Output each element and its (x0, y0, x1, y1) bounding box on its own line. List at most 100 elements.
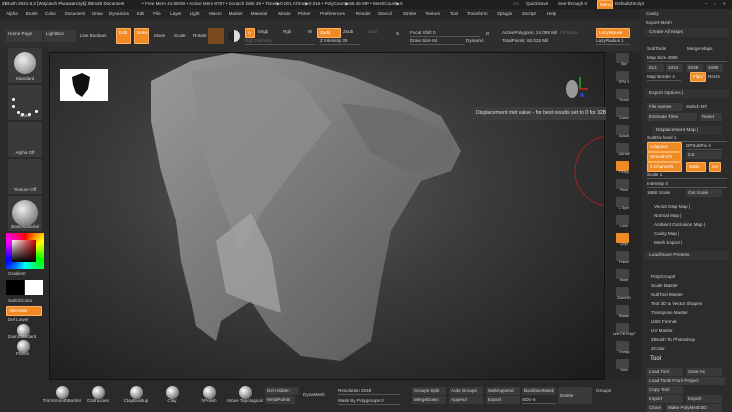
save-as-button[interactable]: Save As (686, 368, 722, 376)
right-strip-rotate[interactable]: Rotate (608, 313, 640, 319)
delete-button[interactable]: Delete (558, 387, 592, 404)
export-options-header[interactable]: Export Options | (645, 89, 729, 98)
plugin-usd-format[interactable]: USD Format (651, 318, 677, 326)
copy-tool-button[interactable]: Copy Tool (647, 386, 683, 394)
estimate-time-button[interactable]: Estimate Time (647, 113, 697, 121)
ambient-occlusion-map-header[interactable]: Ambient Occlusion Map | (654, 221, 705, 229)
load-tools-from-project-button[interactable]: Load Tools From Project (647, 377, 725, 385)
switch-mt-button[interactable]: Switch MT (686, 103, 707, 111)
rotate-button[interactable]: Rotate (193, 32, 207, 40)
right-strip-scroll[interactable]: Scroll (608, 97, 640, 103)
reset-button[interactable]: Reset (700, 113, 722, 121)
load-save-presets-header[interactable]: Load/Save Presets (645, 251, 729, 260)
get-scale-button[interactable]: Get Scale (686, 189, 722, 197)
map-border-slider[interactable]: Map Border 4 (647, 73, 681, 81)
menu-material[interactable]: Material (251, 10, 267, 18)
right-strip-l-sym[interactable]: L.Sym (608, 205, 640, 211)
brush-move-topological[interactable]: Move Topological (225, 397, 265, 405)
right-strip-transp[interactable]: Transp (608, 349, 640, 355)
menu-brush[interactable]: Brush (26, 10, 38, 18)
resolution-slider[interactable]: Resolution 2048 (338, 387, 400, 395)
switch-color-button[interactable]: SwitchColor (8, 297, 33, 305)
see-through-slider[interactable]: See-through 0 (558, 0, 587, 8)
right-strip-persp[interactable]: Persp (608, 169, 640, 175)
multi-append-button[interactable]: MultiAppend (486, 387, 520, 395)
plugin-subtool-master[interactable]: SubTool Master (651, 291, 683, 299)
menu-document[interactable]: Document (65, 10, 86, 18)
menu-help[interactable]: Help (547, 10, 556, 18)
right-strip-aahalf[interactable]: AAHalf (608, 151, 640, 157)
right-strip-move[interactable]: Move (608, 277, 640, 283)
menu-stroke[interactable]: Stroke (403, 10, 416, 18)
map-size-slider[interactable]: Map Size 4096 (647, 54, 727, 62)
mesh-export-header[interactable]: Mesh Export | (654, 239, 682, 247)
right-strip-spix-3[interactable]: SPix 3 (608, 79, 640, 85)
right-strip-qxyz[interactable]: Qxyz (608, 241, 640, 247)
export-button[interactable]: Export (486, 396, 520, 404)
menu-texture[interactable]: Texture (425, 10, 440, 18)
menu-zscript[interactable]: Zscript (522, 10, 536, 18)
mrgb-button[interactable]: Mrgb (258, 28, 268, 36)
cavity-map-header[interactable]: Cavity Map | (654, 230, 679, 238)
smoothuv-button[interactable]: SmoothUV (647, 152, 682, 162)
16bit-scale-button[interactable]: 16Bit Scale (647, 189, 683, 197)
plugin-zbrush-to-photoshop[interactable]: ZBrush To Photoshop (651, 336, 695, 344)
import-button[interactable]: Import (647, 395, 683, 403)
size-1024-button[interactable]: 1024 (666, 64, 683, 72)
gradient-button[interactable]: Gradient (8, 270, 26, 278)
quicksave-button[interactable]: QuickSave (526, 0, 548, 8)
menu-file[interactable]: File (153, 10, 160, 18)
right-strip-zoom3d[interactable]: Zoom3D (608, 295, 640, 301)
orientation-gizmo-icon[interactable] (562, 75, 588, 105)
clone-button[interactable]: Clone (647, 404, 663, 412)
alternate-button[interactable]: Alternate (6, 306, 42, 316)
plugin-zcolor[interactable]: ZColor (651, 345, 665, 353)
del-hidden-button[interactable]: Del Hidden (265, 387, 299, 395)
menu-zplugin[interactable]: Zplugin (497, 10, 512, 18)
draw-size-slider[interactable]: Draw Size 64 (410, 37, 465, 45)
make-polymesh3d-button[interactable]: Make PolyMesh3D (666, 404, 722, 412)
close-icon[interactable]: × (723, 0, 729, 8)
subdiv-level-slider[interactable]: SubDiv level 1 (647, 134, 727, 142)
mid-value-input[interactable]: 0.5 (686, 151, 722, 159)
right-strip-floor[interactable]: Floor (608, 187, 640, 193)
fill-mode-slider[interactable]: Fill Mode (560, 29, 588, 37)
reuv-button[interactable]: ReUV (708, 73, 720, 81)
scale-button[interactable]: Scale (174, 32, 188, 40)
vector-disp-map-header[interactable]: Vector Disp Map | (654, 203, 690, 211)
right-strip-bpr[interactable]: Bpr (608, 61, 640, 67)
menu-draw[interactable]: Draw (92, 10, 103, 18)
draw-button[interactable]: Draw (134, 28, 149, 44)
plugin-transpose-master[interactable]: Transpose Master (651, 309, 688, 317)
menu-stencil[interactable]: Stencil (378, 10, 392, 18)
right-strip-lock[interactable]: Lock (608, 223, 640, 229)
focal-toggle-icon[interactable]: S (396, 30, 404, 38)
move-button[interactable]: Move (154, 32, 168, 40)
right-strip-actual[interactable]: Actual (608, 133, 640, 139)
right-strip-line-fill-polyf[interactable]: Line Fill PolyF (608, 331, 640, 337)
secondary-color-swatch[interactable] (25, 280, 43, 295)
menu-macro[interactable]: Macro (209, 10, 222, 18)
focal-shift-slider[interactable]: Focal Shift 0 (410, 29, 480, 37)
file-names-button[interactable]: File names (647, 103, 683, 111)
size-4096-button[interactable]: 4096 (706, 64, 723, 72)
dynamic-button[interactable]: Dynamic (466, 37, 484, 45)
sdiv-slider[interactable]: SDiv 6 (522, 396, 556, 404)
menu-alpha[interactable]: Alpha (6, 10, 18, 18)
menu-edit[interactable]: Edit (137, 10, 145, 18)
dynamic-toggle-icon[interactable]: D (486, 30, 494, 38)
del-lower-button[interactable]: Del Lower (8, 316, 29, 324)
plugin-uv-master[interactable]: UV Master (651, 327, 673, 335)
export-mesh-item[interactable]: Export Mesh (646, 19, 672, 27)
load-tool-button[interactable]: Load Tool (647, 368, 683, 376)
rgb-button[interactable]: Rgb (283, 28, 291, 36)
normal-map-header[interactable]: Normal Map | (654, 212, 682, 220)
home-page-button[interactable]: Home Page (6, 30, 42, 42)
append-button[interactable]: Append (449, 396, 483, 404)
m-button[interactable]: M (308, 28, 312, 36)
merge-down-button[interactable]: MergeDown (412, 396, 446, 404)
export-button[interactable]: Export (686, 395, 722, 403)
plugin-scale-master[interactable]: Scale Master (651, 282, 678, 290)
brush-hpolish[interactable]: hPolish (189, 397, 229, 405)
lightbox-button[interactable]: LightBox (44, 30, 76, 42)
